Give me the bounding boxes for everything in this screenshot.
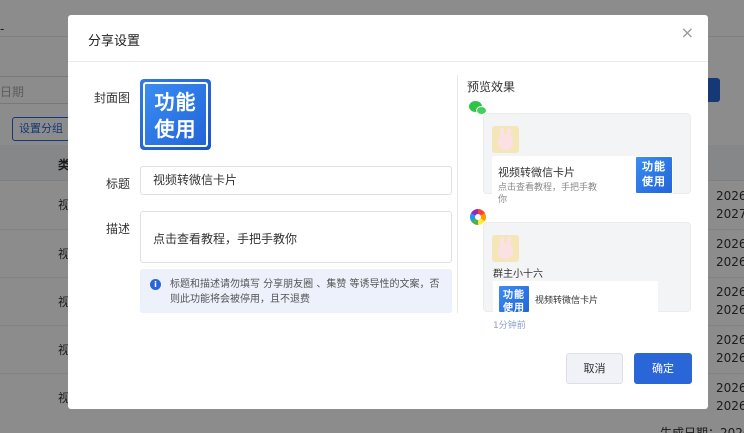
info-icon: i <box>150 279 161 290</box>
preview-divider <box>457 75 458 313</box>
close-icon[interactable]: × <box>681 25 694 41</box>
desc-input[interactable]: 点击查看教程，手把手教你 <box>140 211 452 263</box>
cover-image[interactable]: 功能 使用 <box>140 79 211 150</box>
confirm-button[interactable]: 确定 <box>634 353 692 384</box>
moments-user-name: 群主小十六 <box>493 269 543 280</box>
cover-logo: 功能 使用 <box>143 82 208 147</box>
desc-label: 描述 <box>105 222 130 236</box>
wechat-card-desc: 点击查看教程，手把手教你 <box>498 183 598 205</box>
moments-time: 1分钟前 <box>493 321 526 331</box>
avatar <box>492 235 519 262</box>
modal-header-divider <box>68 61 708 62</box>
preview-title: 预览效果 <box>467 80 516 94</box>
cancel-button[interactable]: 取消 <box>566 353 623 384</box>
cover-label: 封面图 <box>93 91 130 105</box>
cover-logo-line1: 功能 <box>154 90 197 114</box>
wechat-thumb-line1: 功能 <box>642 160 666 173</box>
modal-title: 分享设置 <box>88 34 141 49</box>
title-input[interactable]: 视频转微信卡片 <box>140 166 452 195</box>
notice-box: i 标题和描述请勿填写 分享朋友圈 、集赞 等诱导性的文案，否则此功能将会被停用… <box>140 269 452 313</box>
title-label: 标题 <box>105 177 130 191</box>
moments-card-thumb: 功能 使用 <box>498 285 530 313</box>
wechat-card-thumb: 功能 使用 <box>635 156 673 194</box>
cover-logo-line2: 使用 <box>154 117 197 141</box>
notice-text: 标题和描述请勿填写 分享朋友圈 、集赞 等诱导性的文案，否则此功能将会被停用，且… <box>170 279 440 305</box>
moments-link-title: 视频转微信卡片 <box>535 296 599 306</box>
wechat-preview-card: 视频转微信卡片 点击查看教程，手把手教你 功能 使用 <box>483 113 691 217</box>
wechat-card-title: 视频转微信卡片 <box>498 166 575 179</box>
avatar <box>492 126 519 153</box>
share-settings-modal: 分享设置 × 封面图 功能 使用 标题 视频转微信卡片 描述 点击查看教程，手把… <box>68 15 708 409</box>
moments-thumb-line2: 使用 <box>503 303 525 313</box>
wechat-thumb-line2: 使用 <box>642 175 666 188</box>
